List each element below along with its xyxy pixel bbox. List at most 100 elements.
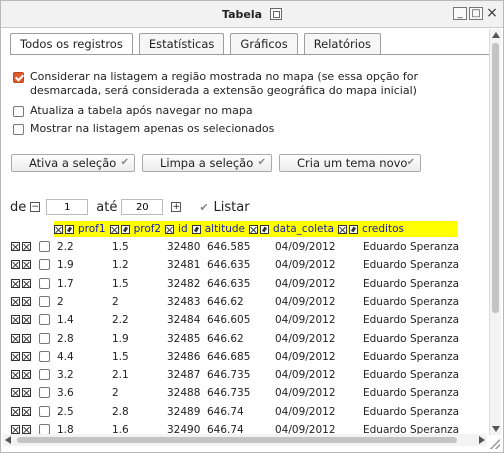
column-label-altitude[interactable]: altitude [205,223,245,235]
tab-relatorios[interactable]: Relatórios [303,33,381,55]
scroll-left-icon[interactable] [5,436,11,444]
table-row[interactable]: 1.4 2.2 32484 646.605 04/09/2012 Eduardo Sper… [11,311,491,329]
horizontal-scrollbar[interactable] [3,434,487,446]
resize-grip-icon[interactable] [490,439,500,449]
table-row[interactable]: 2.2 1.5 32480 646.585 04/09/2012 Eduardo Sper… [11,238,491,256]
only-selected-checkbox[interactable] [13,124,24,135]
column-label-prof2[interactable]: prof2 [134,223,162,235]
zoom-row-icon[interactable] [22,242,31,251]
vertical-scroll-thumb[interactable] [492,43,499,313]
check-icon: ✔ [199,200,209,214]
edit-column-icon[interactable] [260,224,270,234]
table-row[interactable]: 2.5 2.8 32489 646.74 04/09/2012 Eduardo Spera… [11,403,491,421]
zoom-row-icon[interactable] [22,406,31,416]
cell-data-coleta: 04/09/2012 [275,295,336,308]
table-row[interactable]: 1.9 1.2 32481 646.635 04/09/2012 Eduardo Sper… [11,256,491,274]
row-icons [11,260,31,270]
remove-column-icon[interactable] [249,224,259,234]
zoom-row-icon[interactable] [22,296,31,306]
remove-row-icon[interactable] [11,242,20,251]
column-label-creditos[interactable]: creditos [362,223,404,235]
edit-column-icon[interactable] [191,224,201,234]
from-input[interactable] [46,199,89,215]
detach-icon[interactable] [269,8,282,20]
row-select-checkbox[interactable] [39,369,50,381]
remove-column-icon[interactable] [338,224,348,234]
remove-column-icon[interactable] [54,224,63,234]
horizontal-scroll-thumb[interactable] [17,437,457,443]
column-label-prof1[interactable]: prof1 [78,223,106,235]
remove-row-icon[interactable] [11,425,20,434]
cell-id: 32483 [167,295,201,308]
auto-update-checkbox[interactable] [13,106,24,117]
close-button[interactable]: × [485,6,499,20]
column-label-id[interactable]: id [178,223,188,235]
scroll-right-icon[interactable] [479,436,485,444]
zoom-row-icon[interactable] [22,351,31,361]
cell-id: 32482 [167,277,201,290]
row-select-checkbox[interactable] [39,277,50,289]
row-select-checkbox[interactable] [39,295,50,307]
row-select-checkbox[interactable] [39,405,50,417]
remove-row-icon[interactable] [11,388,20,398]
row-select-checkbox[interactable] [39,387,50,399]
window-title: Tabela [222,8,263,21]
remove-row-icon[interactable] [11,315,20,325]
region-checkbox[interactable] [13,72,24,83]
remove-row-icon[interactable] [11,260,20,270]
title-bar[interactable]: Tabela _ □ × [1,1,503,28]
zoom-row-icon[interactable] [22,315,31,325]
table-row[interactable]: 2.8 1.9 32485 646.62 04/09/2012 Eduardo Spera… [11,330,491,348]
edit-column-icon[interactable] [349,224,359,234]
tab-estatisticas[interactable]: Estatísticas [138,33,225,55]
activate-selection-button[interactable]: Ativa a seleção ✔ [11,154,135,172]
decrease-icon[interactable]: − [30,202,41,212]
row-select-checkbox[interactable] [39,259,50,271]
zoom-row-icon[interactable] [22,370,31,380]
remove-row-icon[interactable] [11,296,20,306]
list-button[interactable]: ✔ Listar [199,200,249,215]
cell-prof1: 2.8 [57,332,74,345]
zoom-row-icon[interactable] [22,388,31,398]
remove-column-icon[interactable] [109,224,119,234]
table-row[interactable]: 1.7 1.5 32482 646.635 04/09/2012 Eduardo Sper… [11,275,491,293]
zoom-row-icon[interactable] [22,425,31,434]
option-region[interactable]: Considerar na listagem a região mostrada… [13,70,468,98]
remove-row-icon[interactable] [11,278,20,288]
scroll-down-icon[interactable] [492,426,500,432]
row-select-checkbox[interactable] [39,314,50,326]
row-select-checkbox[interactable] [39,332,50,344]
option-auto-update[interactable]: Atualiza a tabela após navegar no mapa [13,104,253,118]
create-theme-button[interactable]: Cria um tema novo ✔ [279,154,421,172]
cell-creditos: Eduardo Speranza [363,277,460,290]
cell-creditos: Eduardo Speranza [363,259,460,272]
zoom-row-icon[interactable] [22,333,31,343]
tab-graficos[interactable]: Gráficos [230,33,298,55]
row-select-checkbox[interactable] [39,350,50,362]
increase-icon[interactable]: + [171,202,182,212]
edit-column-icon[interactable] [120,224,130,234]
tab-todos-os-registros[interactable]: Todos os registros [10,33,133,55]
table-row[interactable]: 3.6 2 32488 646.735 04/09/2012 Eduardo Speran… [11,384,491,402]
cell-creditos: Eduardo Speranza [363,314,460,327]
maximize-button[interactable]: □ [469,7,483,20]
table-row[interactable]: 3.2 2.1 32487 646.735 04/09/2012 Eduardo Sper… [11,366,491,384]
row-select-checkbox[interactable] [39,241,50,252]
remove-row-icon[interactable] [11,351,20,361]
clear-selection-button[interactable]: Limpa a seleção ✔ [142,154,272,172]
table-row[interactable]: 2 2 32483 646.62 04/09/2012 Eduardo Speranza [11,293,491,311]
column-label-data-coleta[interactable]: data_coleta [273,223,334,235]
table-row[interactable]: 4.4 1.5 32486 646.685 04/09/2012 Eduardo Sper… [11,348,491,366]
vertical-scrollbar[interactable] [489,29,501,435]
zoom-row-icon[interactable] [22,278,31,288]
remove-row-icon[interactable] [11,333,20,343]
zoom-row-icon[interactable] [22,260,31,270]
minimize-button[interactable]: _ [453,7,467,20]
remove-column-icon[interactable] [165,224,175,234]
edit-column-icon[interactable] [65,224,74,234]
remove-row-icon[interactable] [11,406,20,416]
option-only-selected[interactable]: Mostrar na listagem apenas os selecionad… [13,122,274,136]
scroll-up-icon[interactable] [492,32,500,38]
remove-row-icon[interactable] [11,370,20,380]
to-input[interactable] [121,199,164,215]
